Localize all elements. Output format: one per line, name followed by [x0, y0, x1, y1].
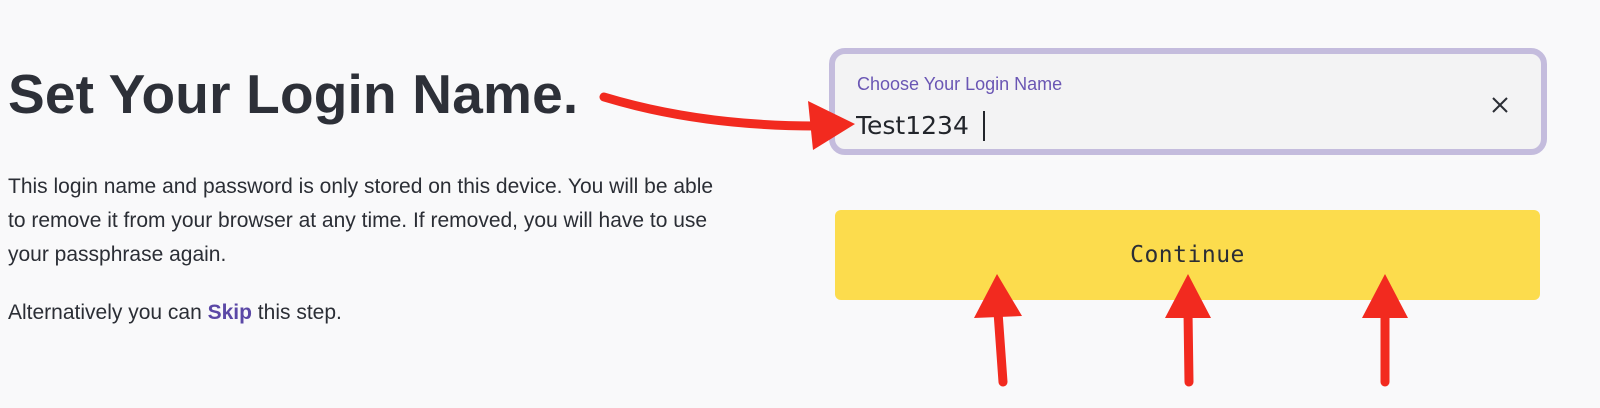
continue-button[interactable]: Continue: [835, 210, 1540, 300]
login-name-label: Choose Your Login Name: [857, 74, 1063, 94]
page-description: This login name and password is only sto…: [8, 175, 714, 266]
close-icon[interactable]: [1489, 94, 1511, 116]
text-caret: [983, 111, 985, 141]
skip-note-suffix: this step.: [251, 301, 342, 324]
skip-link[interactable]: Skip: [208, 301, 252, 324]
login-name-input[interactable]: [856, 106, 1456, 144]
skip-note-prefix: Alternatively you can: [8, 301, 208, 324]
page-title: Set Your Login Name.: [8, 63, 579, 125]
skip-note: Alternatively you can Skip this step.: [8, 296, 342, 330]
login-name-field[interactable]: Choose Your Login Name: [829, 48, 1547, 155]
arrow-pointing-to-input: [599, 92, 855, 150]
